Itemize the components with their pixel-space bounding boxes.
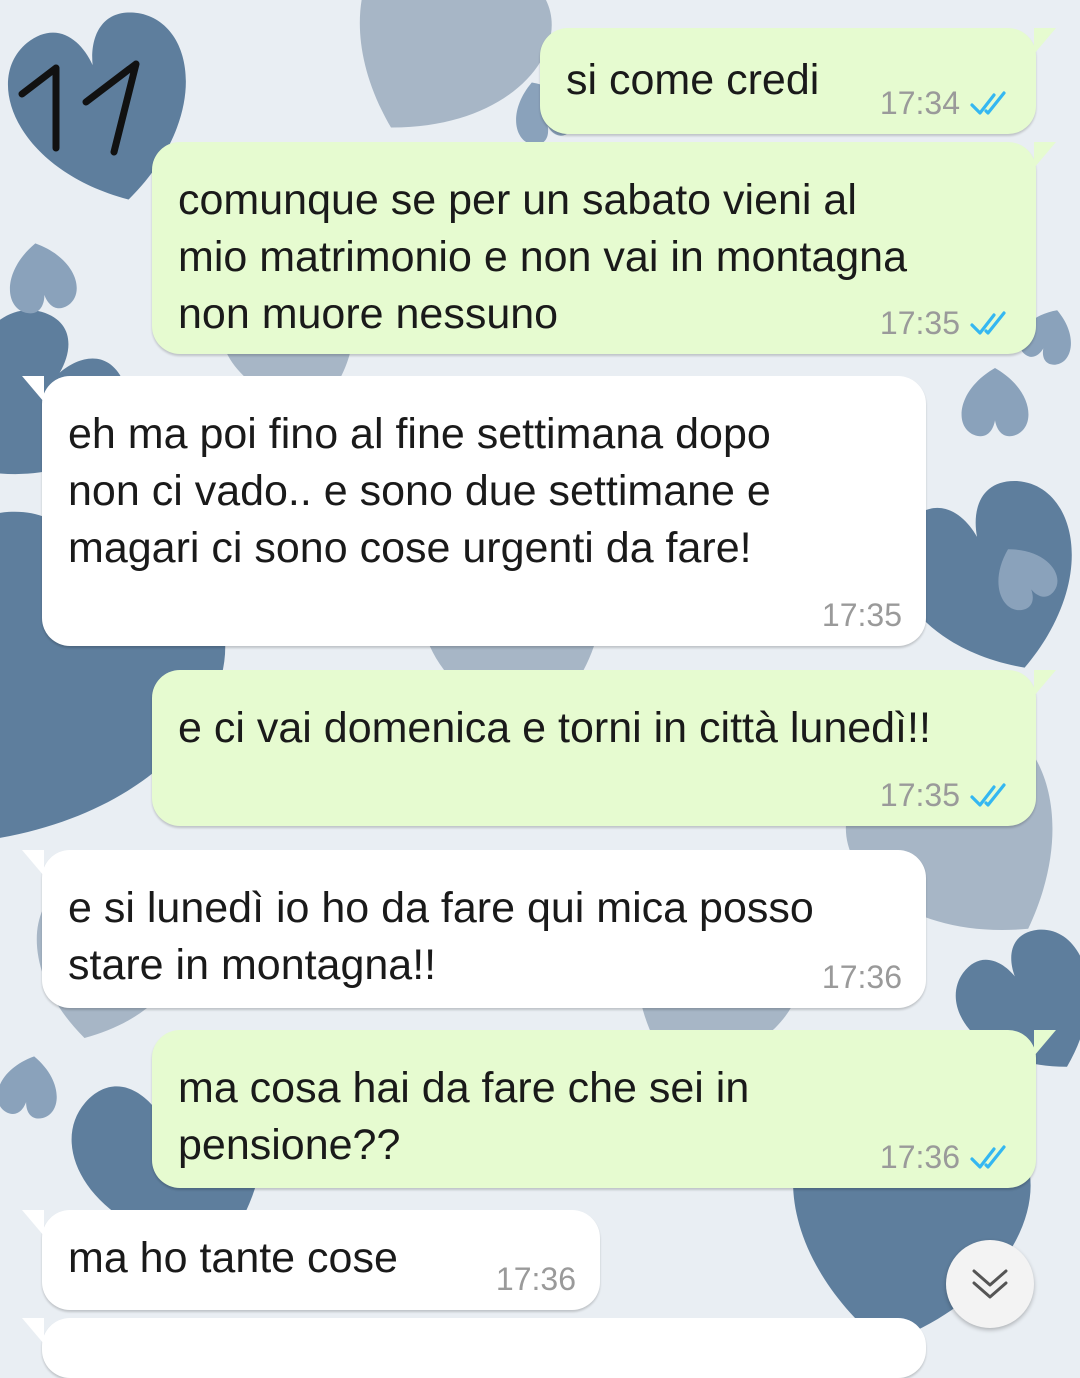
message-time: 17:36 (495, 1261, 576, 1297)
message-time: 17:34 (879, 85, 960, 121)
message-bubble-incoming[interactable]: ma ho tante cose 17:36 (22, 1210, 600, 1310)
message-bubble-incoming-partial (22, 1318, 926, 1378)
message-time: 17:35 (879, 777, 960, 813)
read-receipt-icon (970, 782, 1006, 807)
message-text: ma ho tante cose (68, 1234, 398, 1282)
read-receipt-icon (970, 310, 1006, 335)
read-receipt-icon (970, 1144, 1006, 1169)
message-text: si come credi (566, 56, 820, 104)
message-time: 17:36 (879, 1139, 960, 1175)
message-meta: 17:35 (880, 305, 1012, 342)
message-bubble-outgoing[interactable]: e ci vai domenica e torni in città luned… (152, 670, 1056, 826)
handwritten-annotation: 11 (14, 52, 140, 156)
message-meta: 17:35 (822, 597, 902, 634)
message-text: comunque se per un sabato vieni al mio m… (178, 176, 907, 338)
message-time: 17:35 (821, 597, 902, 633)
message-text: e si lunedì io ho da fare qui mica posso… (68, 884, 814, 989)
message-text: ma cosa hai da fare che sei in pensione?… (178, 1064, 750, 1169)
message-bubble-incoming[interactable]: eh ma poi fino al fine settimana dopo no… (22, 376, 926, 646)
message-text: eh ma poi fino al fine settimana dopo no… (68, 410, 771, 572)
message-text: e ci vai domenica e torni in città luned… (178, 704, 931, 752)
message-time: 17:36 (821, 959, 902, 995)
message-meta: 17:36 (880, 1139, 1012, 1176)
message-meta: 17:36 (496, 1261, 576, 1298)
message-meta: 17:36 (822, 959, 902, 996)
message-bubble-incoming[interactable]: e si lunedì io ho da fare qui mica posso… (22, 850, 926, 1008)
message-time: 17:35 (879, 305, 960, 341)
svg-text:11: 11 (14, 52, 15, 53)
scroll-to-bottom-button[interactable] (946, 1240, 1034, 1328)
double-chevron-down-icon (972, 1269, 1008, 1299)
message-bubble-outgoing[interactable]: si come credi 17:34 (540, 28, 1056, 134)
message-meta: 17:34 (880, 85, 1012, 122)
message-bubble-outgoing[interactable]: comunque se per un sabato vieni al mio m… (152, 142, 1056, 354)
read-receipt-icon (970, 90, 1006, 115)
message-bubble-outgoing[interactable]: ma cosa hai da fare che sei in pensione?… (152, 1030, 1056, 1188)
message-meta: 17:35 (880, 777, 1012, 814)
